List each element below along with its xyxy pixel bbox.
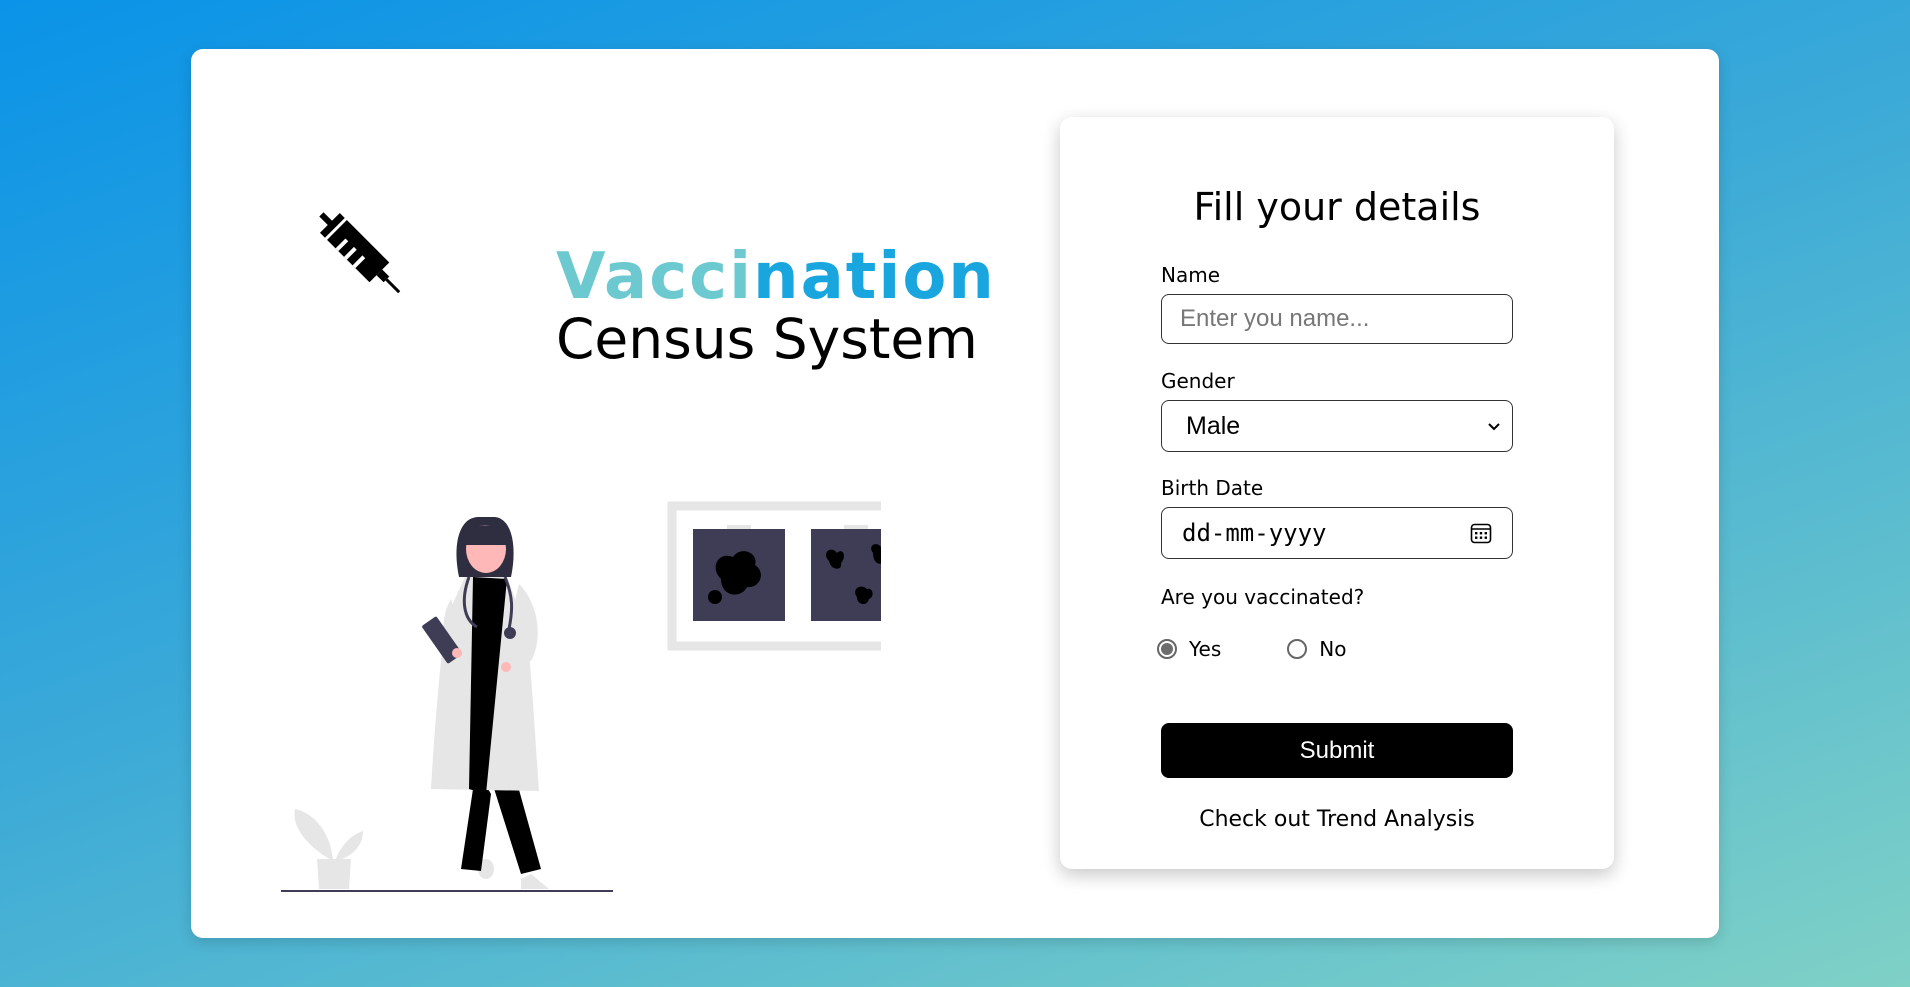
birth-date-label: Birth Date	[1161, 476, 1264, 500]
calendar-icon[interactable]	[1470, 522, 1492, 544]
app-subtitle: Census System	[556, 307, 978, 371]
brand-header: Vaccination Census System	[311, 149, 994, 367]
vaccinated-radio-group: Yes No	[1157, 637, 1403, 661]
xray-board	[667, 501, 881, 651]
gender-selected-value: Male	[1186, 411, 1241, 440]
main-card: Vaccination Census System Fill your deta…	[191, 49, 1719, 938]
radio-yes-circle[interactable]	[1157, 639, 1177, 659]
app-title-part1: Vacci	[556, 240, 754, 314]
gender-select[interactable]: Male	[1161, 400, 1513, 452]
name-input[interactable]	[1161, 294, 1513, 344]
trend-analysis-link[interactable]: Check out Trend Analysis	[1060, 807, 1614, 832]
submit-button[interactable]: Submit	[1161, 723, 1513, 778]
chevron-down-icon	[1488, 423, 1500, 431]
details-form: Fill your details Name Gender Male Birth…	[1060, 117, 1614, 869]
app-title: Vaccination	[556, 245, 996, 309]
form-title: Fill your details	[1193, 185, 1481, 229]
name-label: Name	[1161, 263, 1221, 287]
birth-date-value: dd-mm-yyyy	[1182, 519, 1327, 547]
vaccinated-label: Are you vaccinated?	[1161, 585, 1365, 609]
radio-no[interactable]: No	[1287, 637, 1347, 661]
radio-no-circle[interactable]	[1287, 639, 1308, 659]
app-title-part2: nation	[753, 240, 996, 314]
radio-no-label: No	[1319, 637, 1347, 661]
gender-label: Gender	[1161, 369, 1235, 393]
syringe-icon	[319, 212, 401, 294]
doctor-figure	[422, 517, 549, 889]
doctor-illustration	[281, 501, 881, 892]
radio-yes-label: Yes	[1189, 637, 1222, 661]
birth-date-input[interactable]: dd-mm-yyyy	[1161, 507, 1513, 559]
radio-yes[interactable]: Yes	[1157, 637, 1221, 661]
plant-icon	[294, 809, 363, 889]
